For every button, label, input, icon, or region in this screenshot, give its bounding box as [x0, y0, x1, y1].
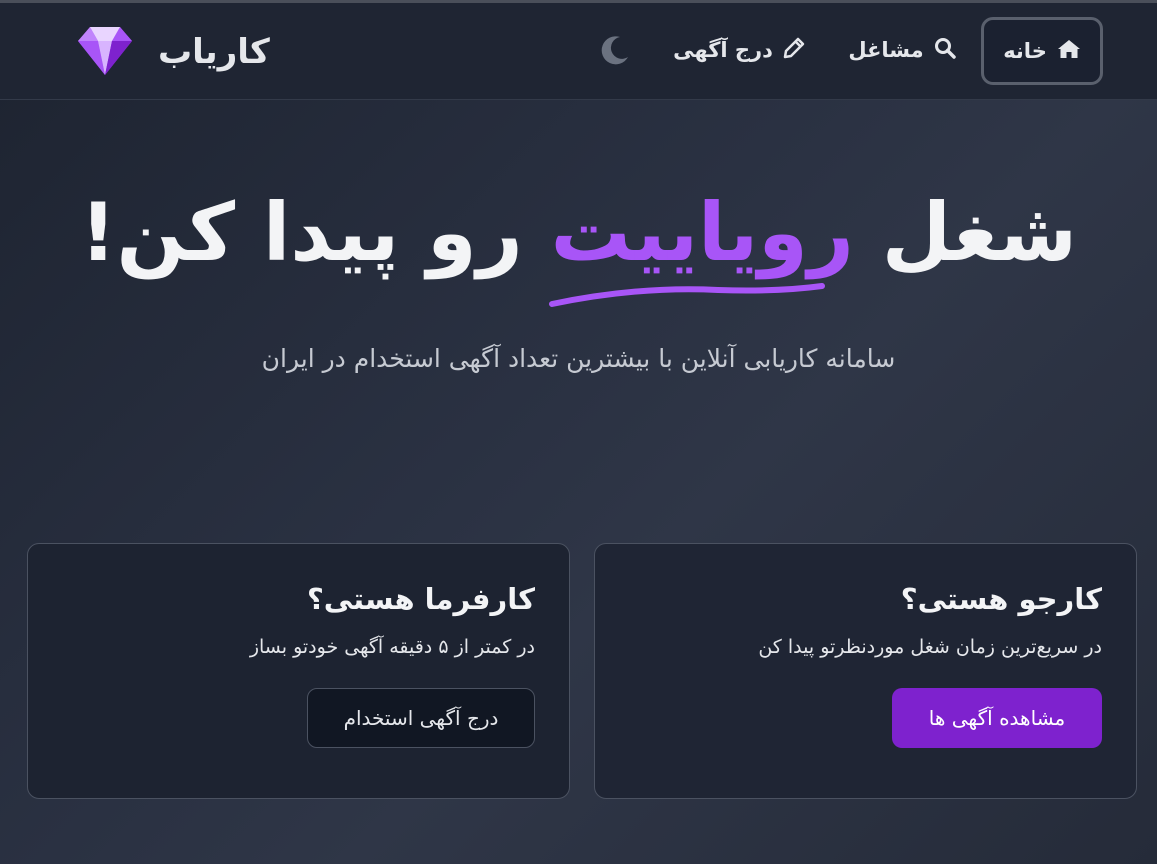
- nav-post-label: درج آگهی: [673, 38, 773, 62]
- job-seeker-text: در سریع‌ترین زمان شغل موردنظرتو پیدا کن: [758, 636, 1102, 658]
- navbar: خانه مشاغل درج آگهی کاریاب: [0, 3, 1157, 100]
- job-seeker-title: کارجو هستی؟: [900, 582, 1102, 616]
- job-seeker-card: کارجو هستی؟ در سریع‌ترین زمان شغل موردنظ…: [594, 543, 1137, 799]
- employer-title: کارفرما هستی؟: [306, 582, 535, 616]
- nav-jobs-label: مشاغل: [848, 38, 924, 62]
- search-icon: [934, 37, 956, 64]
- nav-home-label: خانه: [1003, 39, 1047, 63]
- hero-title: شغل رویاییت رو پیدا کن!: [0, 178, 1157, 288]
- nav-jobs-link[interactable]: مشاغل: [846, 17, 958, 83]
- theme-toggle-button[interactable]: [586, 23, 644, 81]
- gem-icon: [76, 23, 134, 81]
- employer-text: در کمتر از ۵ دقیقه آگهی خودتو بساز: [249, 636, 535, 658]
- hero-subtitle: سامانه کاریابی آنلاین با بیشترین تعداد آ…: [261, 344, 896, 373]
- nav-post-link[interactable]: درج آگهی: [670, 17, 808, 83]
- hero-title-start: شغل: [853, 186, 1077, 279]
- moon-icon: [598, 33, 632, 71]
- home-icon: [1057, 38, 1081, 65]
- pencil-icon: [783, 37, 805, 64]
- employer-card: کارفرما هستی؟ در کمتر از ۵ دقیقه آگهی خو…: [27, 543, 570, 799]
- accent-underline: [549, 283, 825, 307]
- post-job-button[interactable]: درج آگهی استخدام: [307, 688, 535, 748]
- hero-title-end: رو پیدا کن!: [79, 186, 551, 279]
- brand-name: کاریاب: [158, 32, 270, 72]
- hero-title-accent: رویاییت: [550, 186, 854, 279]
- brand[interactable]: کاریاب: [76, 21, 270, 83]
- view-jobs-button[interactable]: مشاهده آگهی ها: [892, 688, 1102, 748]
- nav-home-button[interactable]: خانه: [981, 17, 1103, 85]
